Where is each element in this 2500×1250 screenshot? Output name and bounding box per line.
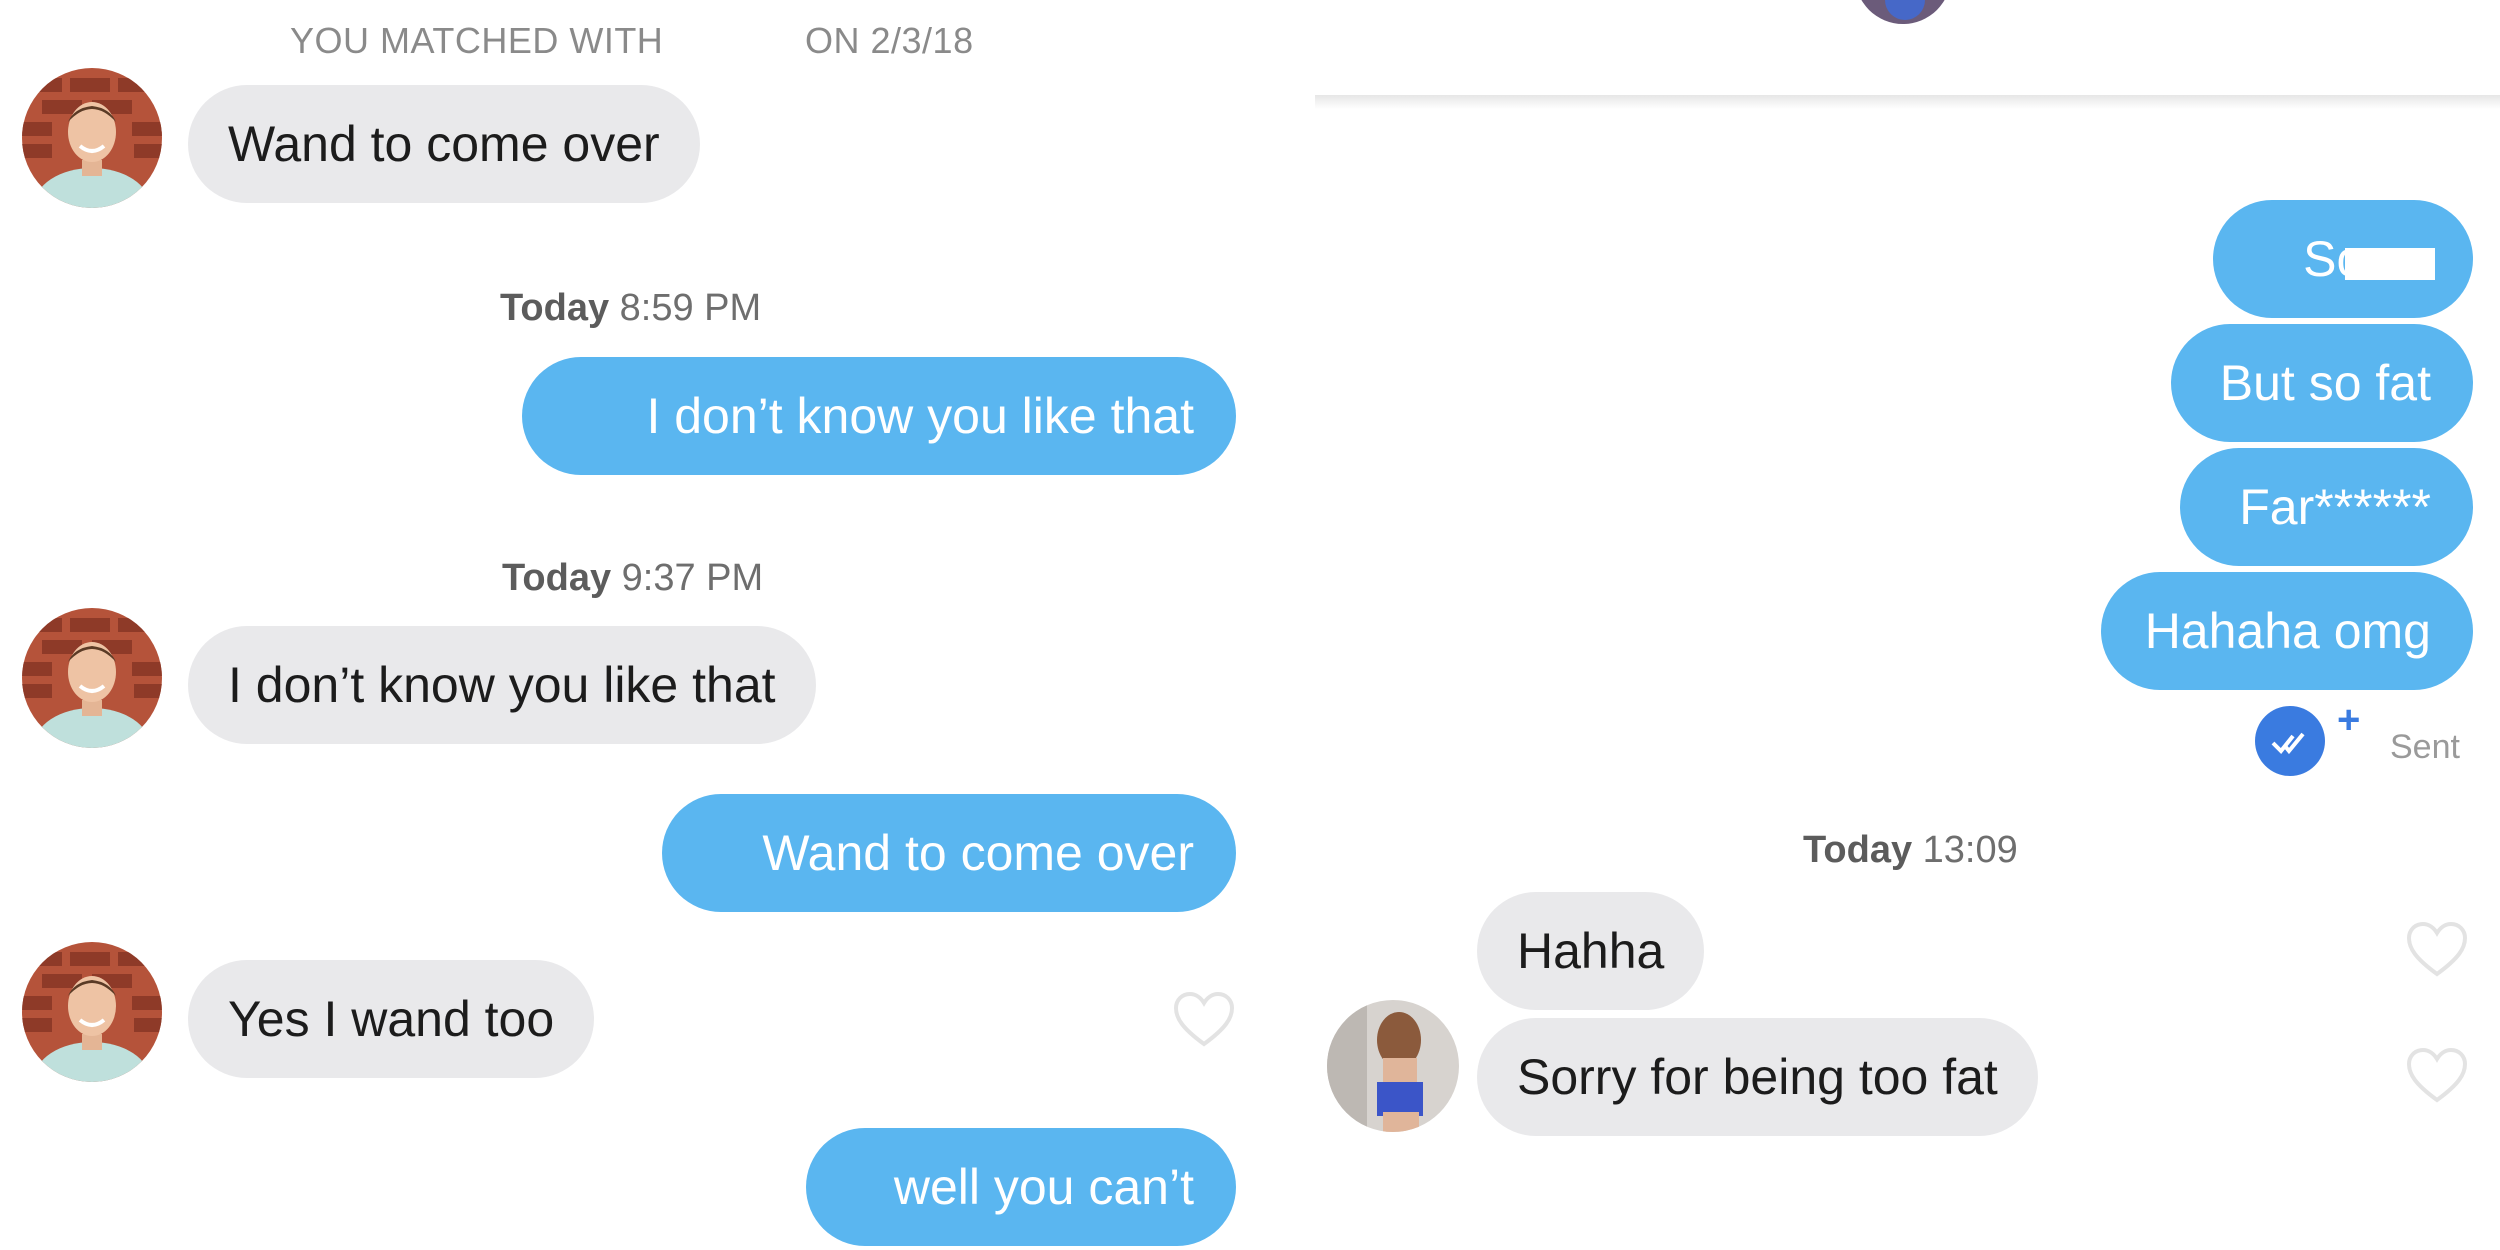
incoming-message: Sorry for being too fat (1477, 1018, 2038, 1136)
incoming-message: Yes I wand too (188, 960, 595, 1078)
outgoing-message: Wand to come over (662, 794, 1236, 912)
avatar-image (22, 942, 162, 1082)
timestamp-day: Today (1803, 829, 1913, 871)
header-avatar[interactable] (1855, 0, 1951, 24)
incoming-message: Wand to come over (188, 85, 700, 203)
status-sent-label: Sent (2390, 728, 2460, 766)
avatar[interactable] (1327, 1000, 1459, 1132)
timestamp-day: Today (500, 287, 610, 329)
incoming-message: Hahha (1477, 892, 1705, 1010)
timestamp-time: 13:09 (1922, 829, 2018, 871)
avatar-image (1327, 1000, 1459, 1132)
avatar-image (22, 608, 162, 748)
avatar[interactable] (22, 942, 162, 1082)
heart-icon[interactable] (2405, 1046, 2469, 1104)
outgoing-message: Hahaha omg (2101, 572, 2473, 690)
incoming-message: I don’t know you like that (188, 626, 816, 744)
header-divider (1315, 95, 2500, 109)
outgoing-message: But so fat (2171, 324, 2473, 442)
timestamp-day: Today (502, 557, 612, 599)
right-chat-panel: So se But so fat Far****** Hahaha omg + … (1315, 0, 2500, 1250)
timestamp: Today 8:59 PM (500, 287, 761, 330)
status-plus: + (2337, 698, 2361, 742)
timestamp: Today 13:09 (1803, 829, 2018, 872)
avatar[interactable] (22, 68, 162, 208)
match-banner-label: YOU MATCHED WITH (290, 20, 664, 61)
outgoing-message: I don’t know you like that (522, 357, 1236, 475)
censor-bar (2345, 248, 2435, 280)
match-banner-date: ON 2/3/18 (805, 20, 974, 61)
timestamp: Today 9:37 PM (502, 557, 763, 600)
heart-icon[interactable] (2405, 920, 2469, 978)
avatar[interactable] (22, 608, 162, 748)
heart-icon[interactable] (1172, 990, 1236, 1048)
left-chat-panel: YOU MATCHED WITH ON 2/3/18 Wand to come … (0, 0, 1300, 1250)
avatar-image (22, 68, 162, 208)
read-receipt-icon (2255, 706, 2325, 776)
timestamp-time: 8:59 PM (619, 287, 762, 329)
outgoing-message: Far****** (2180, 448, 2473, 566)
timestamp-time: 9:37 PM (621, 557, 764, 599)
outgoing-message: well you can’t (806, 1128, 1236, 1246)
